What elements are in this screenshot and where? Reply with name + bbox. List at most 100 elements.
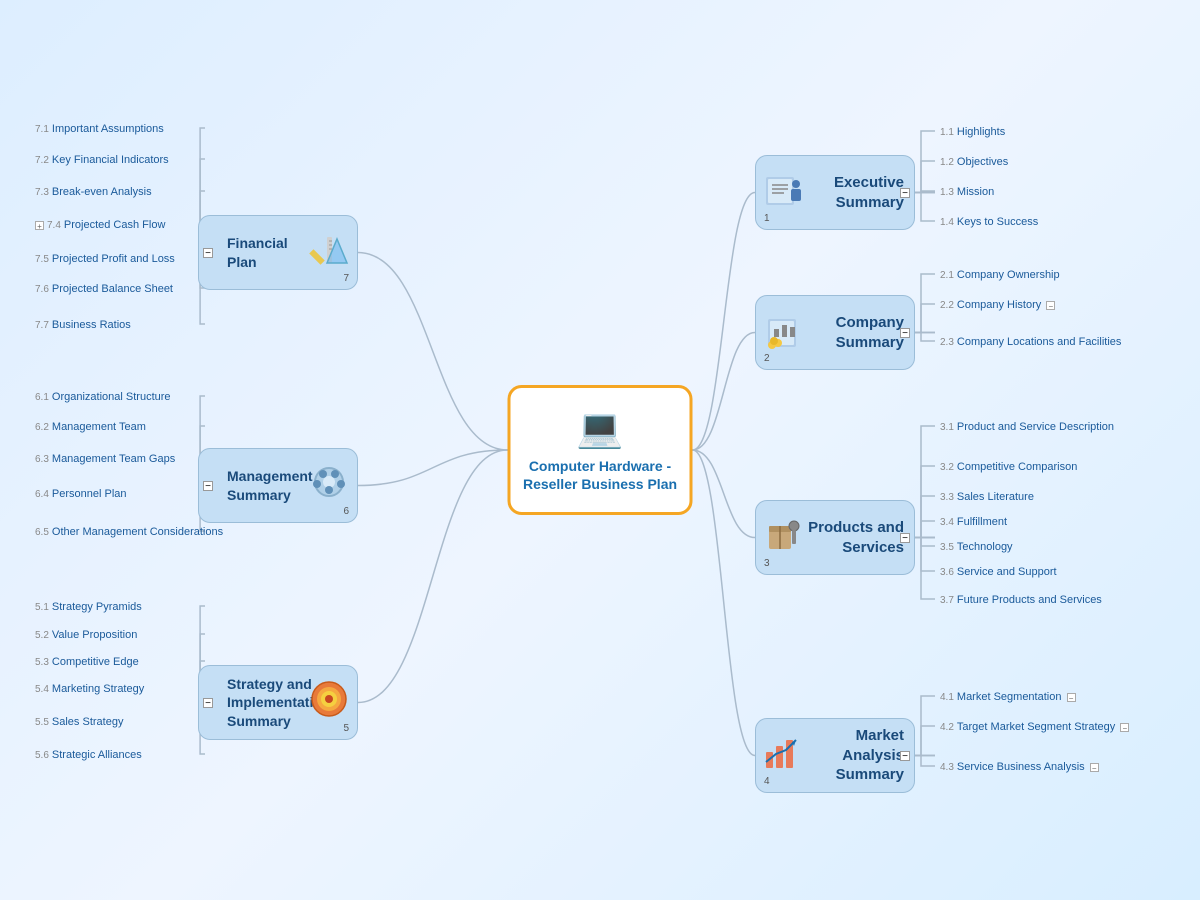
financial-plan-num: 7 (343, 273, 349, 284)
sub-item-5-2[interactable]: 5.2Value Proposition (35, 628, 137, 642)
management-summary-num: 6 (343, 506, 349, 517)
branch-node-market-analysis: −Market Analysis Summary4 (755, 718, 915, 793)
products-services-num: 3 (764, 558, 770, 569)
sub-num: 5.5 (35, 717, 49, 728)
sub-num: 7.2 (35, 155, 49, 166)
sub-item-7-7[interactable]: 7.7Business Ratios (35, 318, 131, 332)
strategy-implementation-label: Strategy and Implementation Summary (209, 675, 378, 730)
sub-item-3-6[interactable]: 3.6Service and Support (940, 565, 1057, 579)
sub-item-3-4[interactable]: 3.4Fulfillment (940, 515, 1007, 529)
sub-num: 5.2 (35, 630, 49, 641)
sub-num: 3.2 (940, 462, 954, 473)
sub-num: 2.1 (940, 270, 954, 281)
sub-num: 1.1 (940, 127, 954, 138)
sub-num: 5.6 (35, 750, 49, 761)
sub-expand-2-2[interactable]: − (1046, 301, 1055, 310)
sub-num: 7.1 (35, 124, 49, 135)
strategy-implementation-num: 5 (343, 723, 349, 734)
sub-item-4-2[interactable]: 4.2Target Market Segment Strategy − (940, 720, 1129, 734)
products-services-expand[interactable]: − (900, 533, 910, 543)
sub-num: 2.2 (940, 300, 954, 311)
sub-num: 3.5 (940, 542, 954, 553)
financial-plan-expand[interactable]: − (203, 248, 213, 258)
sub-item-1-4[interactable]: 1.4Keys to Success (940, 215, 1038, 229)
sub-item-7-6[interactable]: 7.6Projected Balance Sheet (35, 282, 173, 296)
sub-num: 4.3 (940, 762, 954, 773)
sub-num: 6.1 (35, 392, 49, 403)
sub-item-5-3[interactable]: 5.3Competitive Edge (35, 655, 139, 669)
sub-num: 4.2 (940, 722, 954, 733)
sub-item-1-3[interactable]: 1.3Mission (940, 185, 994, 199)
branch-node-strategy-implementation: −Strategy and Implementation Summary5 (198, 665, 358, 740)
sub-item-3-5[interactable]: 3.5Technology (940, 540, 1013, 554)
sub-expand-4-3[interactable]: − (1090, 763, 1099, 772)
sub-num: 6.3 (35, 454, 49, 465)
sub-item-7-2[interactable]: 7.2Key Financial Indicators (35, 153, 169, 167)
center-title: Computer Hardware - Reseller Business Pl… (519, 457, 682, 493)
sub-item-4-3[interactable]: 4.3Service Business Analysis − (940, 760, 1099, 774)
sub-item-2-2[interactable]: 2.2Company History − (940, 298, 1055, 312)
sub-item-6-2[interactable]: 6.2Management Team (35, 420, 146, 434)
sub-item-3-1[interactable]: 3.1Product and Service Description (940, 420, 1114, 434)
sub-num: 7.6 (35, 284, 49, 295)
exec-summary-icon (764, 169, 804, 217)
exec-summary-num: 1 (764, 213, 770, 224)
sub-num: 5.4 (35, 684, 49, 695)
sub-item-5-6[interactable]: 5.6Strategic Alliances (35, 748, 142, 762)
sub-item-6-3[interactable]: 6.3Management Team Gaps (35, 452, 175, 466)
branch-node-management-summary: −Management Summary6 (198, 448, 358, 523)
sub-item-6-4[interactable]: 6.4Personnel Plan (35, 487, 127, 501)
sub-item-3-3[interactable]: 3.3Sales Literature (940, 490, 1034, 504)
computer-icon: 💻 (576, 407, 623, 451)
sub-item-2-3[interactable]: 2.3Company Locations and Facilities (940, 335, 1121, 349)
management-summary-icon (309, 462, 349, 510)
company-summary-icon (764, 309, 804, 357)
sub-num: 7.3 (35, 187, 49, 198)
sub-item-4-1[interactable]: 4.1Market Segmentation − (940, 690, 1076, 704)
sub-num: 3.1 (940, 422, 954, 433)
financial-plan-icon (309, 229, 349, 277)
sub-item-7-5[interactable]: 7.5Projected Profit and Loss (35, 252, 175, 266)
company-summary-num: 2 (764, 353, 770, 364)
sub-item-7-4[interactable]: +7.4Projected Cash Flow (35, 218, 165, 232)
exec-summary-expand[interactable]: − (900, 188, 910, 198)
sub-num: 7.7 (35, 320, 49, 331)
sub-num: 6.5 (35, 527, 49, 538)
sub-num: 6.2 (35, 422, 49, 433)
sub-item-6-1[interactable]: 6.1Organizational Structure (35, 390, 171, 404)
sub-expand-7-4[interactable]: + (35, 221, 44, 230)
market-analysis-expand[interactable]: − (900, 751, 910, 761)
management-summary-expand[interactable]: − (203, 481, 213, 491)
sub-item-5-5[interactable]: 5.5Sales Strategy (35, 715, 123, 729)
company-summary-expand[interactable]: − (900, 328, 910, 338)
sub-item-7-3[interactable]: 7.3Break-even Analysis (35, 185, 152, 199)
sub-expand-4-1[interactable]: − (1067, 693, 1076, 702)
branch-node-financial-plan: −Financial Plan7 (198, 215, 358, 290)
sub-item-5-1[interactable]: 5.1Strategy Pyramids (35, 600, 142, 614)
sub-num: 2.3 (940, 337, 954, 348)
sub-item-7-1[interactable]: 7.1Important Assumptions (35, 122, 164, 136)
strategy-implementation-icon (309, 679, 349, 727)
sub-num: 5.3 (35, 657, 49, 668)
sub-num: 1.3 (940, 187, 954, 198)
sub-item-5-4[interactable]: 5.4Marketing Strategy (35, 682, 144, 696)
sub-num: 3.6 (940, 567, 954, 578)
sub-item-2-1[interactable]: 2.1Company Ownership (940, 268, 1060, 282)
sub-num: 7.4 (47, 220, 61, 231)
sub-num: 6.4 (35, 489, 49, 500)
sub-num: 4.1 (940, 692, 954, 703)
sub-expand-4-2[interactable]: − (1120, 723, 1129, 732)
sub-item-1-2[interactable]: 1.2Objectives (940, 155, 1008, 169)
sub-item-3-2[interactable]: 3.2Competitive Comparison (940, 460, 1077, 474)
sub-num: 3.4 (940, 517, 954, 528)
sub-num: 7.5 (35, 254, 49, 265)
branch-node-company-summary: −Company Summary2 (755, 295, 915, 370)
branch-node-exec-summary: −Executive Summary1 (755, 155, 915, 230)
strategy-implementation-expand[interactable]: − (203, 698, 213, 708)
market-analysis-num: 4 (764, 776, 770, 787)
sub-item-6-5[interactable]: 6.5Other Management Considerations (35, 525, 215, 539)
sub-item-3-7[interactable]: 3.7Future Products and Services (940, 593, 1102, 607)
sub-item-1-1[interactable]: 1.1Highlights (940, 125, 1005, 139)
sub-num: 1.2 (940, 157, 954, 168)
products-services-icon (764, 514, 804, 562)
